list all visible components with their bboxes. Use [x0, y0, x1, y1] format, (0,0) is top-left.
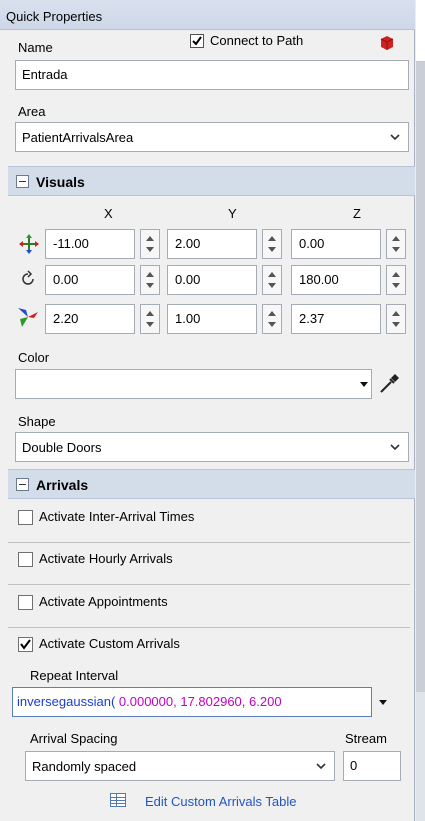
arrival-spacing-label: Arrival Spacing	[30, 731, 118, 746]
position-z-input[interactable]: 0.00	[291, 229, 381, 259]
edit-custom-arrivals-link[interactable]: Edit Custom Arrivals Table	[145, 794, 297, 809]
size-y-input[interactable]: 1.00	[167, 304, 257, 334]
size-x-input[interactable]: 2.20	[45, 304, 135, 334]
panel-title: Quick Properties	[6, 9, 103, 24]
scrollbar-track[interactable]	[416, 62, 425, 692]
size-y-stepper[interactable]	[262, 304, 282, 334]
table-icon	[110, 793, 126, 807]
appointments-label: Activate Appointments	[39, 594, 168, 609]
name-label: Name	[18, 40, 53, 55]
hourly-arrivals-checkbox[interactable]	[18, 552, 33, 567]
position-y-input[interactable]: 2.00	[167, 229, 257, 259]
cube-icon[interactable]	[378, 36, 396, 50]
stream-label: Stream	[345, 731, 387, 746]
divider	[8, 542, 410, 543]
panel-title-bar: Quick Properties	[0, 0, 415, 30]
rotate-icon	[22, 270, 34, 285]
option-custom-arrivals[interactable]: Activate Custom Arrivals	[12, 634, 312, 656]
arrival-spacing-select[interactable]: Randomly spaced	[25, 751, 335, 781]
checkmark-icon	[192, 36, 202, 46]
position-y-stepper[interactable]	[262, 229, 282, 259]
stream-input[interactable]: 0	[343, 751, 401, 781]
axis-x-label: X	[104, 206, 113, 221]
size-z-input[interactable]: 2.37	[291, 304, 381, 334]
rotation-y-input[interactable]: 0.00	[167, 265, 257, 295]
position-x-input[interactable]: -11.00	[45, 229, 135, 259]
position-z-stepper[interactable]	[386, 229, 406, 259]
inter-arrival-label: Activate Inter-Arrival Times	[39, 509, 195, 524]
rotation-x-input[interactable]: 0.00	[45, 265, 135, 295]
collapse-icon[interactable]	[16, 478, 29, 491]
quick-properties-panel: Quick Properties Name Connect to Path En…	[0, 0, 415, 821]
divider	[8, 627, 410, 628]
option-hourly-arrivals[interactable]: Activate Hourly Arrivals	[12, 549, 312, 571]
visuals-section-header[interactable]: Visuals	[8, 166, 415, 196]
name-input[interactable]: Entrada	[15, 60, 409, 90]
collapse-icon[interactable]	[16, 175, 29, 188]
repeat-interval-arguments: 0.000000, 17.802960, 6.200	[115, 694, 282, 709]
color-label: Color	[18, 350, 50, 365]
rotation-z-input[interactable]: 180.00	[291, 265, 381, 295]
repeat-interval-label: Repeat Interval	[30, 668, 119, 683]
chevron-down-icon	[390, 444, 400, 451]
chevron-down-icon	[316, 763, 326, 770]
color-field[interactable]	[15, 369, 372, 399]
move-arrows-icon	[19, 234, 39, 254]
repeat-interval-dropdown-icon[interactable]	[378, 699, 388, 707]
checkmark-icon	[20, 639, 31, 650]
position-x-stepper[interactable]	[140, 229, 160, 259]
scale-icon	[18, 308, 38, 327]
area-label: Area	[18, 104, 46, 119]
hourly-arrivals-label: Activate Hourly Arrivals	[39, 551, 173, 566]
connect-to-path-label: Connect to Path	[210, 33, 304, 48]
right-scroll-strip[interactable]	[416, 0, 425, 821]
arrivals-header-label: Arrivals	[36, 477, 89, 493]
custom-arrivals-checkbox[interactable]	[18, 637, 33, 652]
option-inter-arrival-times[interactable]: Activate Inter-Arrival Times	[12, 507, 312, 529]
axis-z-label: Z	[353, 206, 361, 221]
rotation-z-stepper[interactable]	[386, 265, 406, 295]
rotation-x-stepper[interactable]	[140, 265, 160, 295]
repeat-interval-input[interactable]: inversegaussian( 0.000000, 17.802960, 6.…	[12, 687, 372, 717]
appointments-checkbox[interactable]	[18, 595, 33, 610]
custom-arrivals-label: Activate Custom Arrivals	[39, 636, 180, 651]
chevron-down-icon	[390, 134, 400, 141]
shape-select-value: Double Doors	[22, 440, 102, 455]
shape-select[interactable]: Double Doors	[15, 432, 409, 462]
axis-y-label: Y	[228, 206, 237, 221]
strip-top	[416, 0, 425, 62]
arrival-spacing-value: Randomly spaced	[32, 759, 137, 774]
visuals-header-label: Visuals	[36, 174, 85, 190]
size-z-stepper[interactable]	[386, 304, 406, 334]
divider	[8, 584, 410, 585]
size-x-stepper[interactable]	[140, 304, 160, 334]
color-dropdown-icon[interactable]	[359, 381, 369, 389]
option-appointments[interactable]: Activate Appointments	[12, 592, 312, 614]
shape-label: Shape	[18, 414, 56, 429]
inter-arrival-checkbox[interactable]	[18, 510, 33, 525]
rotation-y-stepper[interactable]	[262, 265, 282, 295]
repeat-interval-function: inversegaussian(	[17, 694, 116, 709]
eyedropper-icon[interactable]	[378, 373, 400, 395]
area-select[interactable]: PatientArrivalsArea	[15, 122, 409, 152]
connect-to-path-checkbox[interactable]	[190, 34, 204, 48]
arrivals-section-header[interactable]: Arrivals	[8, 469, 415, 499]
area-select-value: PatientArrivalsArea	[22, 130, 134, 145]
